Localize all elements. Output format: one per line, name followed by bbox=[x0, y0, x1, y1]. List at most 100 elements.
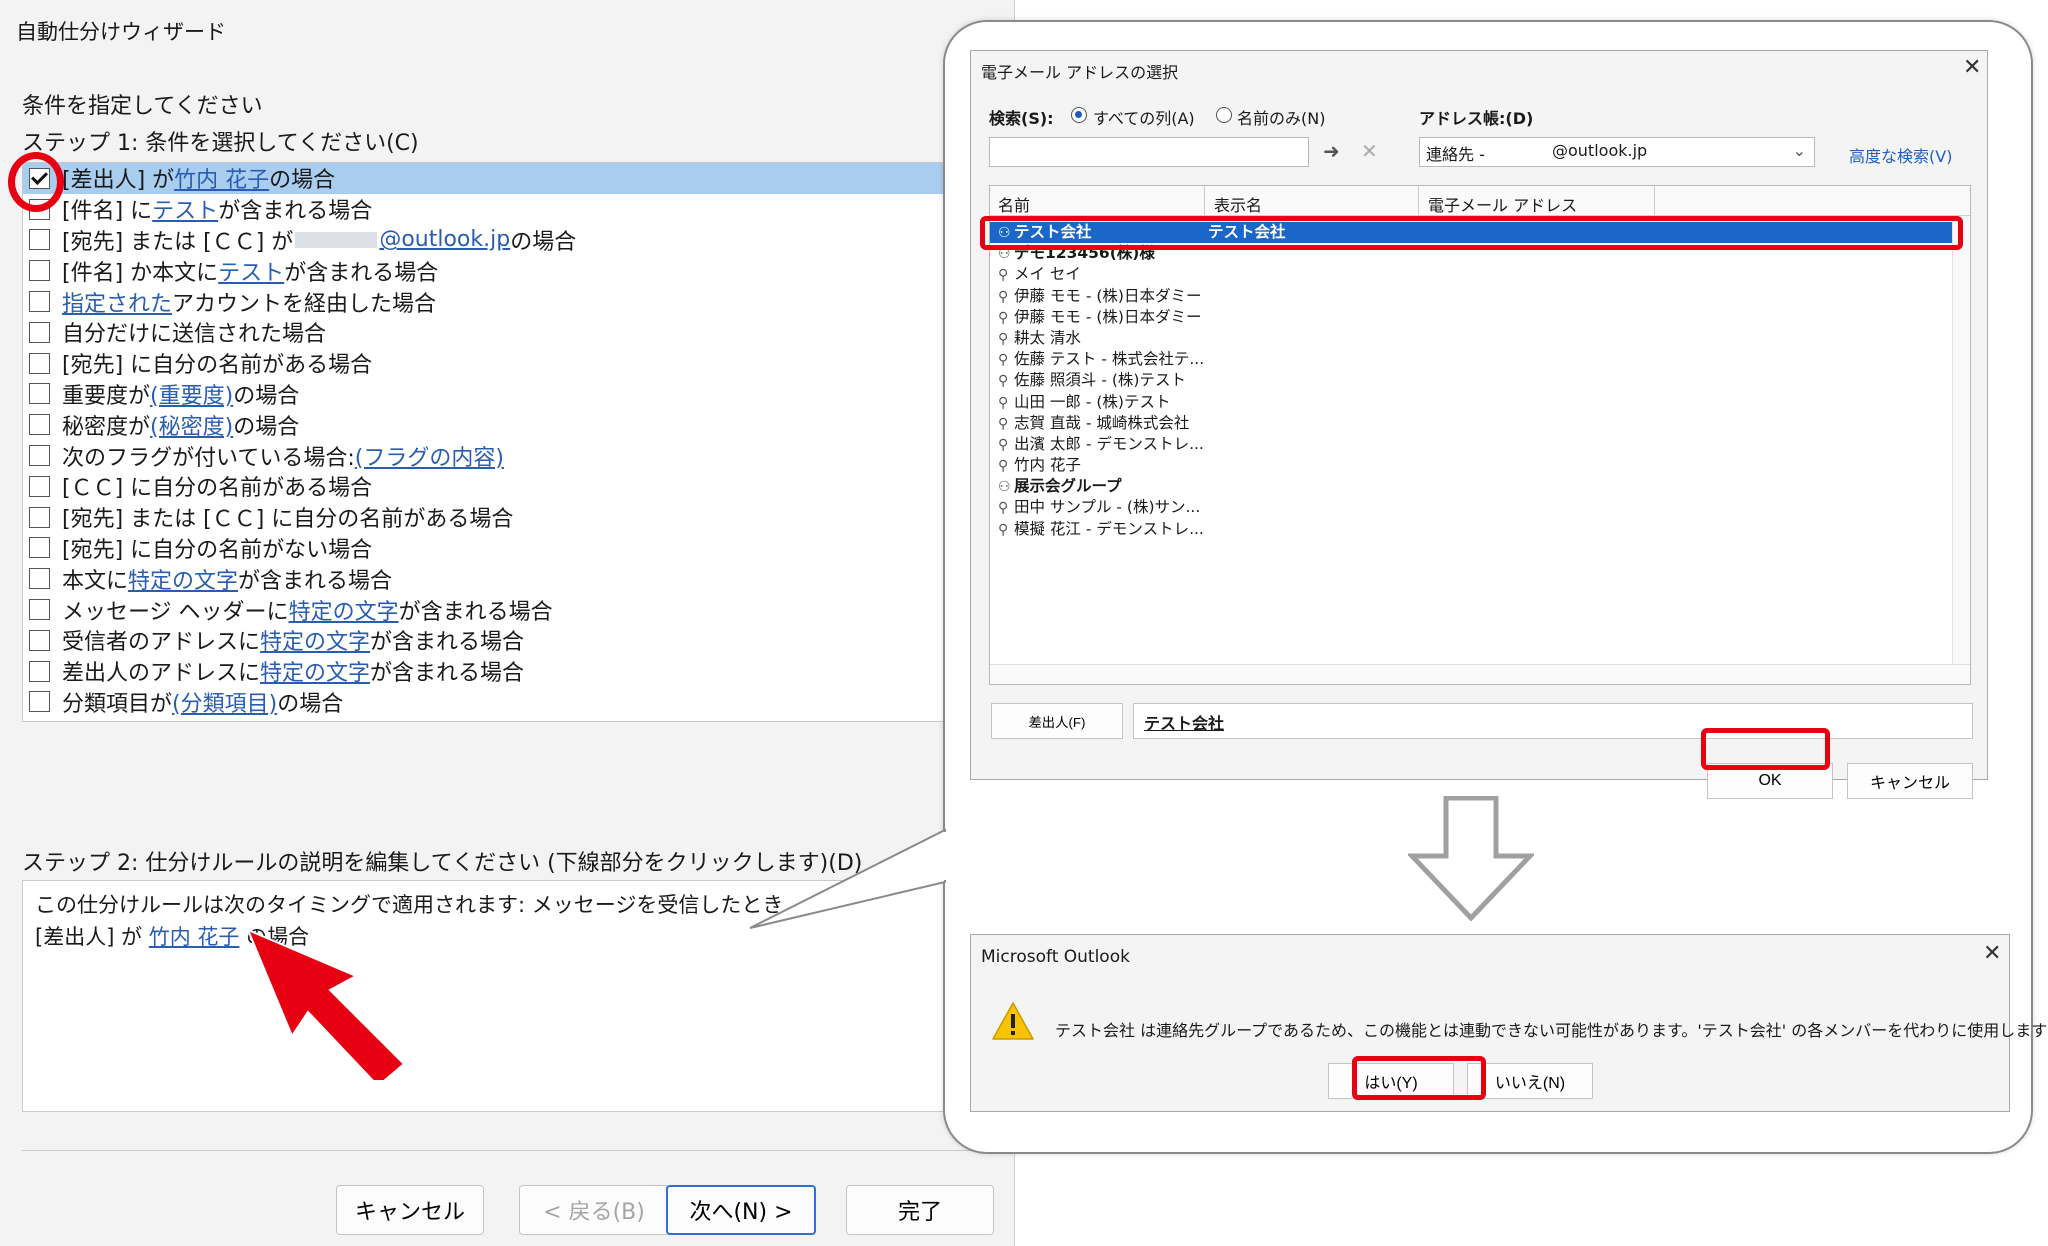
contact-row[interactable]: ⚲ 伊藤 モモ - (株)日本ダミー bbox=[990, 286, 1970, 307]
go-arrow-icon[interactable]: ➜ bbox=[1323, 139, 1340, 163]
condition-item[interactable]: [件名] か本文に テスト が含まれる場合 bbox=[23, 255, 1016, 286]
condition-text: の場合 bbox=[510, 230, 577, 255]
condition-link[interactable]: 特定の文字 bbox=[260, 655, 370, 687]
condition-item[interactable]: 本文に 特定の文字 が含まれる場合 bbox=[23, 563, 1016, 594]
warning-icon bbox=[992, 1002, 1034, 1040]
contact-row[interactable]: ⚲ 模擬 花江 - デモンストレ... bbox=[990, 519, 1970, 540]
contact-list[interactable]: 名前 表示名 電子メール アドレス ⚇ テスト会社 テスト会社 ⚇ デモ123456(株… bbox=[989, 185, 1971, 685]
column-header-display[interactable]: 表示名 bbox=[1214, 192, 1262, 216]
condition-checkbox[interactable] bbox=[29, 445, 50, 467]
condition-text: [差出人] が bbox=[62, 168, 175, 194]
clear-icon[interactable]: ✕ bbox=[1361, 139, 1378, 163]
column-header-name[interactable]: 名前 bbox=[998, 192, 1030, 216]
condition-item[interactable]: [差出人] が 竹内 花子 の場合 bbox=[23, 163, 1016, 194]
condition-text: アカウントを経由した場合 bbox=[172, 291, 437, 317]
condition-item[interactable]: 次のフラグが付いている場合: (フラグの内容) bbox=[23, 440, 1016, 471]
condition-text: が含まれる場合 bbox=[370, 630, 525, 656]
close-icon[interactable]: ✕ bbox=[1963, 55, 1981, 80]
radio-all-columns[interactable] bbox=[1071, 107, 1087, 123]
condition-link[interactable]: @outlook.jp bbox=[379, 227, 510, 252]
contact-row[interactable]: ⚲ 伊藤 モモ - (株)日本ダミー bbox=[990, 307, 1970, 328]
person-icon: ⚲ bbox=[998, 373, 1009, 390]
condition-link[interactable]: (分類項目) bbox=[172, 686, 277, 718]
address-book-select[interactable]: 連絡先 - @outlook.jp ⌄ bbox=[1419, 137, 1815, 167]
condition-link[interactable]: 竹内 花子 bbox=[174, 163, 269, 194]
next-button[interactable]: 次へ(N) > bbox=[666, 1185, 816, 1235]
cancel-button[interactable]: キャンセル bbox=[1847, 763, 1973, 799]
condition-checkbox[interactable] bbox=[29, 691, 50, 713]
dialog-title: Microsoft Outlook bbox=[981, 947, 1130, 967]
sender-link[interactable]: 竹内 花子 bbox=[149, 925, 240, 949]
condition-item[interactable]: [宛先] に自分の名前がない場合 bbox=[23, 533, 1016, 564]
condition-item[interactable]: [ＣＣ] に自分の名前がある場合 bbox=[23, 471, 1016, 502]
condition-checkbox[interactable] bbox=[29, 229, 50, 251]
condition-checkbox[interactable] bbox=[29, 414, 50, 436]
condition-item[interactable]: [宛先] に自分の名前がある場合 bbox=[23, 348, 1016, 379]
condition-checkbox[interactable] bbox=[29, 383, 50, 405]
condition-item[interactable]: [件名] に テスト が含まれる場合 bbox=[23, 194, 1016, 225]
condition-text: の場合 bbox=[233, 414, 300, 440]
contact-name: 田中 サンプル - (株)サン... bbox=[1014, 498, 1201, 517]
radio-name-only[interactable] bbox=[1216, 107, 1232, 123]
contact-row[interactable]: ⚲ 耕太 清水 bbox=[990, 328, 1970, 349]
condition-checkbox[interactable] bbox=[29, 475, 50, 497]
from-button[interactable]: 差出人(F) bbox=[991, 703, 1123, 739]
condition-link[interactable]: (秘密度) bbox=[150, 409, 233, 441]
condition-checkbox[interactable] bbox=[29, 352, 50, 374]
contact-row[interactable]: ⚲ 佐藤 照須斗 - (株)テスト bbox=[990, 370, 1970, 391]
condition-link[interactable]: 特定の文字 bbox=[128, 563, 238, 595]
condition-text: が含まれる場合 bbox=[218, 199, 373, 225]
condition-link[interactable]: (フラグの内容) bbox=[355, 440, 504, 472]
condition-item[interactable]: 受信者のアドレスに 特定の文字 が含まれる場合 bbox=[23, 625, 1016, 656]
contact-row[interactable]: ⚲ 出濱 太郎 - デモンストレ... bbox=[990, 434, 1970, 455]
condition-checkbox[interactable] bbox=[29, 321, 50, 343]
contact-row[interactable]: ⚲ 志賀 直哉 - 城崎株式会社 bbox=[990, 413, 1970, 434]
contact-row[interactable]: ⚇ 展示会グループ bbox=[990, 476, 1970, 497]
condition-item[interactable]: [宛先] または [ＣＣ] が @outlook.jp の場合 bbox=[23, 225, 1016, 256]
condition-list[interactable]: [差出人] が 竹内 花子 の場合 [件名] に テスト が含まれる場合 [宛先] … bbox=[22, 162, 1016, 722]
description-text: [差出人] が bbox=[35, 925, 149, 949]
contact-row[interactable]: ⚲ 佐藤 テスト - 株式会社テ... bbox=[990, 349, 1970, 370]
condition-checkbox[interactable] bbox=[29, 599, 50, 621]
address-book-prefix: 連絡先 - bbox=[1426, 145, 1485, 164]
horizontal-scrollbar[interactable] bbox=[990, 664, 1970, 684]
contact-row[interactable]: ⚲ メイ セイ bbox=[990, 264, 1970, 285]
condition-item[interactable]: 秘密度が (秘密度) の場合 bbox=[23, 409, 1016, 440]
condition-item[interactable]: 分類項目が (分類項目) の場合 bbox=[23, 687, 1016, 718]
description-line: この仕分けルールは次のタイミングで適用されます: メッセージを受信したとき bbox=[35, 893, 784, 917]
condition-link[interactable]: 特定の文字 bbox=[260, 624, 370, 656]
condition-item[interactable]: メッセージ ヘッダーに 特定の文字 が含まれる場合 bbox=[23, 594, 1016, 625]
condition-link[interactable]: テスト bbox=[218, 255, 284, 287]
condition-checkbox[interactable] bbox=[29, 537, 50, 559]
condition-item[interactable]: 差出人のアドレスに 特定の文字 が含まれる場合 bbox=[23, 656, 1016, 687]
condition-link[interactable]: (重要度) bbox=[150, 378, 233, 410]
condition-item[interactable]: 指定された アカウントを経由した場合 bbox=[23, 286, 1016, 317]
radio-all-label: すべての列(A) bbox=[1093, 109, 1195, 128]
contact-row[interactable]: ⚲ 田中 サンプル - (株)サン... bbox=[990, 497, 1970, 518]
group-icon: ⚇ bbox=[998, 479, 1011, 496]
advanced-search-link[interactable]: 高度な検索(V) bbox=[1849, 143, 1952, 167]
close-icon[interactable]: ✕ bbox=[1983, 941, 2001, 966]
contact-row[interactable]: ⚲ 竹内 花子 bbox=[990, 455, 1970, 476]
contact-name: 耕太 清水 bbox=[1014, 328, 1081, 347]
contact-row[interactable]: ⚲ 山田 一郎 - (株)テスト bbox=[990, 392, 1970, 413]
condition-checkbox[interactable] bbox=[29, 260, 50, 282]
condition-item[interactable]: [宛先] または [ＣＣ] に自分の名前がある場合 bbox=[23, 502, 1016, 533]
search-input[interactable] bbox=[989, 137, 1309, 167]
condition-checkbox[interactable] bbox=[29, 629, 50, 651]
condition-item[interactable]: 自分だけに送信された場合 bbox=[23, 317, 1016, 348]
from-field[interactable]: テスト会社 bbox=[1133, 703, 1973, 739]
condition-link[interactable]: テスト bbox=[152, 193, 218, 225]
condition-checkbox[interactable] bbox=[29, 291, 50, 313]
condition-link[interactable]: 特定の文字 bbox=[289, 594, 399, 626]
condition-link[interactable]: 指定された bbox=[62, 286, 172, 318]
back-button[interactable]: < 戻る(B) bbox=[519, 1185, 669, 1235]
condition-checkbox[interactable] bbox=[29, 568, 50, 590]
cancel-button[interactable]: キャンセル bbox=[336, 1185, 484, 1235]
finish-button[interactable]: 完了 bbox=[846, 1185, 994, 1235]
vertical-scrollbar[interactable] bbox=[1952, 216, 1970, 666]
condition-item[interactable]: 重要度が (重要度) の場合 bbox=[23, 379, 1016, 410]
column-header-email[interactable]: 電子メール アドレス bbox=[1428, 192, 1577, 216]
condition-checkbox[interactable] bbox=[29, 506, 50, 528]
condition-checkbox[interactable] bbox=[29, 660, 50, 682]
